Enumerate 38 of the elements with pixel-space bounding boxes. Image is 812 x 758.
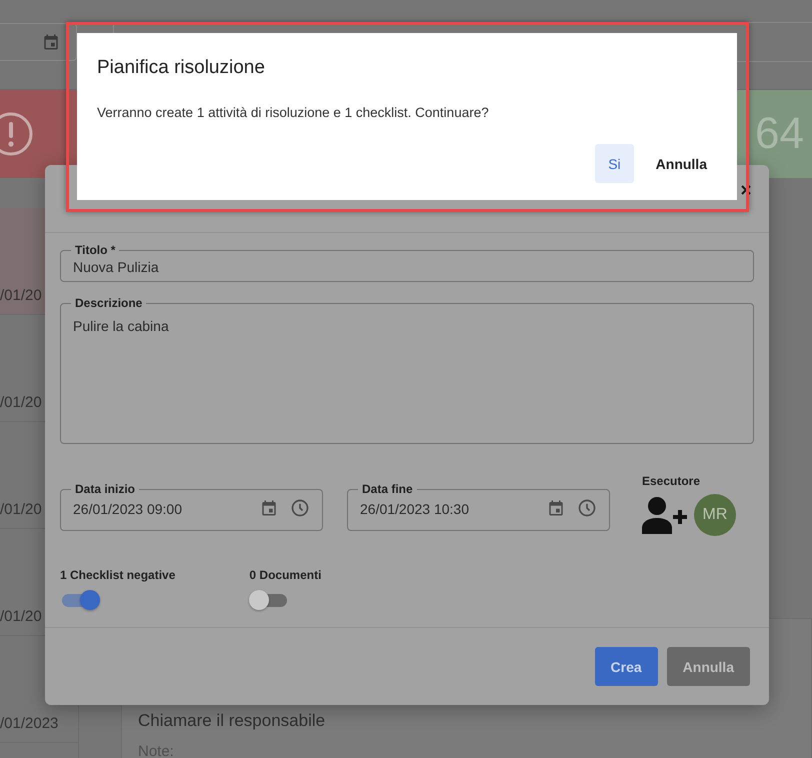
dialog-title: Pianifica risoluzione bbox=[97, 57, 266, 79]
calendar-icon[interactable] bbox=[260, 499, 278, 517]
row-date: /01/20 bbox=[0, 394, 42, 411]
toggle-switch[interactable] bbox=[249, 588, 290, 612]
create-button[interactable]: Crea bbox=[594, 647, 658, 686]
dialog-message: Verranno create 1 attività di risoluzione e 1 checklist. Continuare? bbox=[97, 105, 490, 120]
row-date: /01/20 bbox=[0, 501, 42, 518]
executor-label: Esecutore bbox=[642, 474, 702, 488]
add-person-icon[interactable] bbox=[642, 496, 688, 534]
confirm-button[interactable]: Si bbox=[595, 144, 634, 183]
task-title: Chiamare il responsabile bbox=[138, 711, 326, 731]
clock-icon[interactable] bbox=[577, 498, 597, 518]
field-label: Descrizione bbox=[74, 296, 144, 310]
cancel-button[interactable]: Annulla bbox=[644, 144, 719, 183]
row-date: /01/20 bbox=[0, 287, 42, 304]
toggle-label: 0 Documenti bbox=[249, 568, 322, 582]
row-date: /01/20 bbox=[0, 608, 42, 625]
field-label: Titolo * bbox=[74, 243, 116, 257]
clock-icon[interactable] bbox=[290, 498, 310, 518]
date-field[interactable]: Data inizio 26/01/2023 09:00 bbox=[60, 482, 323, 531]
alert-icon bbox=[0, 111, 34, 157]
title-field[interactable]: Titolo * Nuova Pulizia bbox=[60, 243, 754, 282]
description-field[interactable]: Descrizione Pulire la cabina bbox=[60, 296, 754, 444]
calendar-icon bbox=[42, 32, 60, 50]
toggle-label: 1 Checklist negative bbox=[60, 568, 176, 582]
calendar-icon[interactable] bbox=[547, 499, 565, 517]
field-value: Pulire la cabina bbox=[73, 317, 169, 334]
field-label: Data fine bbox=[361, 482, 414, 496]
field-label: Data inizio bbox=[74, 482, 136, 496]
date-field[interactable]: Data fine 26/01/2023 10:30 bbox=[347, 482, 610, 531]
close-icon bbox=[741, 185, 751, 195]
field-value: 26/01/2023 09:00 bbox=[73, 500, 183, 517]
row-date: /01/2023 bbox=[0, 715, 58, 732]
close-button[interactable] bbox=[741, 185, 751, 195]
date-filter-field[interactable] bbox=[0, 22, 77, 60]
toggle-switch[interactable] bbox=[60, 588, 100, 612]
field-value: Nuova Pulizia bbox=[73, 258, 160, 275]
field-value: 26/01/2023 10:30 bbox=[360, 500, 470, 517]
